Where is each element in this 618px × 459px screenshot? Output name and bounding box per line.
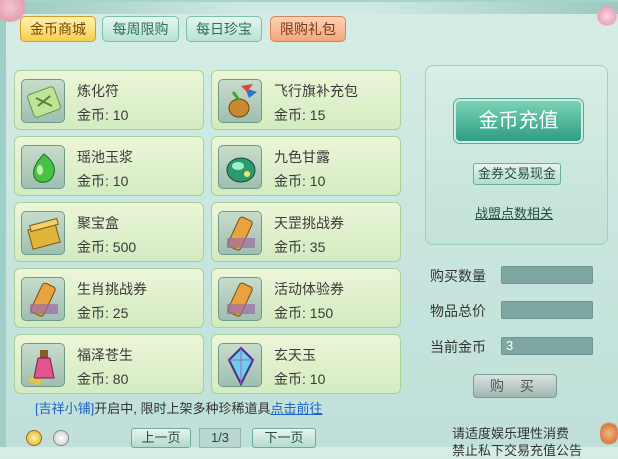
item-price: 金币: 35 [274,239,326,255]
item-price: 金币: 25 [77,305,129,321]
prev-page-button[interactable]: 上一页 [131,428,191,448]
item-card[interactable]: 玄天玉 金币: 10 [211,334,401,394]
gold-recharge-button[interactable]: 金币充值 [454,99,583,143]
tab-limited-pack[interactable]: 限购礼包 [270,16,346,42]
quantity-label: 购买数量 [430,268,486,284]
flower-decoration [600,420,618,447]
item-card[interactable]: 天罡挑战券 金币: 35 [211,202,401,262]
tab-gold-shop[interactable]: 金币商城 [20,16,96,42]
item-card[interactable]: 炼化符 金币: 10 [14,70,204,130]
silver-coin-icon [53,430,69,446]
item-price: 金币: 10 [77,173,129,189]
item-grid: 炼化符 金币: 10 飞行旗补充包 金币: 15 瑶池玉浆 金币: 10 九色甘… [14,66,413,395]
item-price: 金币: 80 [77,371,129,387]
item-price: 金币: 10 [77,107,129,123]
item-card[interactable]: 生肖挑战券 金币: 25 [14,268,204,328]
page-indicator: 1/3 [199,428,241,448]
notice-link[interactable]: 点击前往 [270,401,322,416]
buy-button[interactable]: 购 买 [473,374,557,398]
item-name: 瑶池玉浆 [77,149,133,165]
footer-warning-line2: 禁止私下交易充值公告 [452,443,583,458]
item-name: 炼化符 [77,83,119,99]
item-price: 金币: 500 [77,239,137,255]
item-name: 天罡挑战券 [274,215,344,231]
item-name: 玄天玉 [274,347,316,363]
item-card[interactable]: 聚宝盒 金币: 500 [14,202,204,262]
total-price-field [501,301,593,319]
notice-text: 开启中, 限时上架多种珍稀道具 [94,401,271,416]
item-card[interactable]: 福泽苍生 金币: 80 [14,334,204,394]
item-card[interactable]: 飞行旗补充包 金币: 15 [211,70,401,130]
flag-pack-icon [218,79,262,123]
crystal-jade-icon [218,343,262,387]
item-card[interactable]: 活动体验券 金币: 150 [211,268,401,328]
item-name: 飞行旗补充包 [274,83,358,99]
item-price: 金币: 150 [274,305,334,321]
jade-elixir-icon [21,145,65,189]
notice-tag: [吉祥小铺] [35,401,95,416]
tab-weekly-limit[interactable]: 每周限购 [102,16,179,42]
flower-decoration [596,6,618,26]
item-price: 金币: 10 [274,173,326,189]
item-price: 金币: 15 [274,107,326,123]
item-name: 聚宝盒 [77,215,119,231]
item-name: 九色甘露 [274,149,330,165]
talisman-icon [21,79,65,123]
potion-bottle-icon [21,343,65,387]
shop-notice: [吉祥小铺]开启中, 限时上架多种珍稀道具点击前往 [35,398,322,417]
scroll-ticket-icon [21,277,65,321]
scroll-ticket-icon [218,211,262,255]
item-name: 活动体验券 [274,281,344,297]
scroll-ticket-icon [218,277,262,321]
item-card[interactable]: 九色甘露 金币: 10 [211,136,401,196]
item-name: 生肖挑战券 [77,281,147,297]
current-gold-label: 当前金币 [430,339,486,355]
item-price: 金币: 10 [274,371,326,387]
coin-icon [26,430,42,446]
tab-daily-treasure[interactable]: 每日珍宝 [186,16,262,42]
item-name: 福泽苍生 [77,347,133,363]
current-gold-field: 3 [501,337,593,355]
item-card[interactable]: 瑶池玉浆 金币: 10 [14,136,204,196]
quantity-input[interactable] [501,266,593,284]
dew-jade-icon [218,145,262,189]
treasure-box-icon [21,211,65,255]
alliance-points-link[interactable]: 战盟点数相关 [475,203,553,222]
next-page-button[interactable]: 下一页 [252,428,316,448]
total-price-label: 物品总价 [430,303,486,319]
recharge-panel: 金币充值 金券交易现金 战盟点数相关 [425,65,608,245]
voucher-exchange-button[interactable]: 金券交易现金 [473,163,561,185]
